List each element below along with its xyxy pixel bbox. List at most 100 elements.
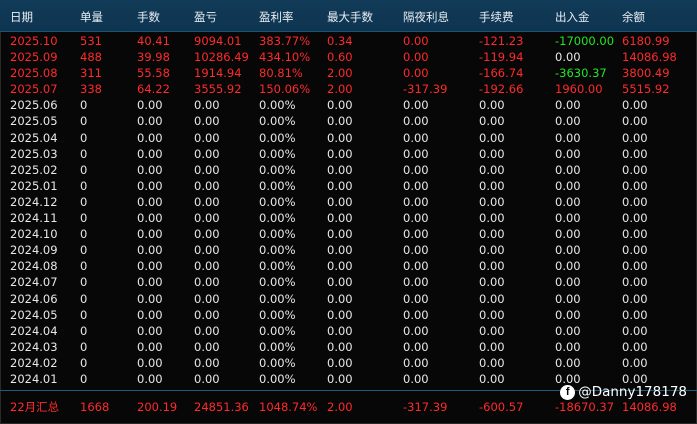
cell-profit-rate: 0.00% [259, 130, 296, 145]
cell-profit-loss: 0.00 [194, 371, 220, 386]
cell-orders: 0 [80, 323, 88, 338]
table-row[interactable]: 2025.09 488 39.98 10286.49 434.10% 0.60 0.00 -1… [0, 49, 697, 65]
cell-deposit-withdrawal: -3630.37 [555, 66, 607, 81]
cell-date: 2025.01 [10, 178, 58, 193]
cell-deposit-withdrawal: 0.00 [555, 355, 581, 370]
table-row[interactable]: 2024.02 0 0.00 0.00 0.00% 0.00 0.00 0.00 0.00 0.0… [0, 355, 697, 371]
cell-profit-rate: 0.00% [259, 371, 296, 386]
cell-max-lots: 0.00 [327, 259, 353, 274]
cell-commission: 0.00 [479, 211, 505, 226]
cell-profit-rate: 0.00% [259, 178, 296, 193]
cell-profit-loss: 9094.01 [194, 34, 242, 48]
cell-deposit-withdrawal: 1960.00 [555, 82, 603, 97]
cell-orders: 0 [80, 146, 88, 161]
cell-swap: 0.00 [403, 211, 429, 226]
cell-date: 2024.03 [10, 339, 58, 354]
cell-max-lots: 0.00 [327, 162, 353, 177]
table-row[interactable]: 2024.11 0 0.00 0.00 0.00% 0.00 0.00 0.00 0.00 0.0… [0, 210, 697, 226]
table-row[interactable]: 2025.10 531 40.41 9094.01 383.77% 0.34 0.00 -12… [0, 33, 697, 49]
cell-lots: 0.00 [137, 162, 163, 177]
cell-max-lots: 0.00 [327, 227, 353, 242]
cell-balance: 0.00 [622, 162, 648, 177]
summary-profit-loss: 24851.36 [194, 400, 249, 414]
cell-commission: 0.00 [479, 130, 505, 145]
table-row[interactable]: 2024.06 0 0.00 0.00 0.00% 0.00 0.00 0.00 0.00 0.0… [0, 291, 697, 307]
table-row[interactable]: 2024.03 0 0.00 0.00 0.00% 0.00 0.00 0.00 0.00 0.0… [0, 339, 697, 355]
cell-date: 2025.04 [10, 130, 58, 145]
cell-date: 2024.05 [10, 307, 58, 322]
table-row[interactable]: 2024.12 0 0.00 0.00 0.00% 0.00 0.00 0.00 0.00 0.0… [0, 194, 697, 210]
table-row[interactable]: 2024.10 0 0.00 0.00 0.00% 0.00 0.00 0.00 0.00 0.0… [0, 226, 697, 242]
cell-orders: 311 [80, 66, 102, 81]
summary-balance: 14086.98 [622, 400, 677, 414]
cell-max-lots: 2.00 [327, 82, 353, 97]
table-row[interactable]: 2024.04 0 0.00 0.00 0.00% 0.00 0.00 0.00 0.00 0.0… [0, 323, 697, 339]
cell-profit-rate: 0.00% [259, 259, 296, 274]
cell-balance: 0.00 [622, 291, 648, 306]
table-row[interactable]: 2025.02 0 0.00 0.00 0.00% 0.00 0.00 0.00 0.00 0.0… [0, 162, 697, 178]
cell-deposit-withdrawal: 0.00 [555, 98, 581, 113]
cell-commission: 0.00 [479, 323, 505, 338]
cell-orders: 0 [80, 194, 88, 209]
table-row[interactable]: 2025.07 338 64.22 3555.92 150.06% 2.00 -317.39… [0, 81, 697, 97]
header-balance[interactable]: 余额 [622, 9, 645, 25]
cell-lots: 55.58 [137, 66, 170, 81]
header-commission[interactable]: 手续费 [479, 9, 514, 25]
cell-profit-rate: 0.00% [259, 114, 296, 129]
summary-swap: -317.39 [403, 400, 448, 414]
header-lots[interactable]: 手数 [137, 9, 160, 25]
cell-swap: 0.00 [403, 323, 429, 338]
cell-swap: 0.00 [403, 162, 429, 177]
table-row[interactable]: 2024.05 0 0.00 0.00 0.00% 0.00 0.00 0.00 0.00 0.0… [0, 307, 697, 323]
cell-balance: 0.00 [622, 178, 648, 193]
cell-profit-loss: 0.00 [194, 98, 220, 113]
header-swap[interactable]: 隔夜利息 [403, 9, 449, 25]
cell-max-lots: 0.00 [327, 194, 353, 209]
cell-profit-loss: 0.00 [194, 130, 220, 145]
cell-commission: 0.00 [479, 178, 505, 193]
cell-commission: 0.00 [479, 227, 505, 242]
table-row[interactable]: 2025.05 0 0.00 0.00 0.00% 0.00 0.00 0.00 0.00 0.0… [0, 113, 697, 129]
cell-profit-loss: 1914.94 [194, 66, 242, 81]
cell-lots: 0.00 [137, 323, 163, 338]
header-deposit-withdrawal[interactable]: 出入金 [555, 9, 590, 25]
cell-profit-rate: 0.00% [259, 98, 296, 113]
header-max-lots[interactable]: 最大手数 [327, 9, 373, 25]
table-row[interactable]: 2025.03 0 0.00 0.00 0.00% 0.00 0.00 0.00 0.00 0.0… [0, 146, 697, 162]
table-row[interactable]: 2024.09 0 0.00 0.00 0.00% 0.00 0.00 0.00 0.00 0.0… [0, 242, 697, 258]
header-date[interactable]: 日期 [10, 9, 33, 25]
cell-profit-rate: 0.00% [259, 211, 296, 226]
cell-date: 2024.08 [10, 259, 58, 274]
cell-swap: 0.00 [403, 50, 429, 65]
cell-profit-rate: 150.06% [259, 82, 311, 97]
cell-max-lots: 0.00 [327, 178, 353, 193]
table-row[interactable]: 2024.08 0 0.00 0.00 0.00% 0.00 0.00 0.00 0.00 0.0… [0, 258, 697, 274]
table-row[interactable]: 2025.08 311 55.58 1914.94 80.81% 2.00 0.00 -166… [0, 65, 697, 81]
table-row[interactable]: 2025.01 0 0.00 0.00 0.00% 0.00 0.00 0.00 0.00 0.0… [0, 178, 697, 194]
cell-commission: -166.74 [479, 66, 524, 81]
cell-deposit-withdrawal: 0.00 [555, 130, 581, 145]
table-row[interactable]: 2024.07 0 0.00 0.00 0.00% 0.00 0.00 0.00 0.00 0.0… [0, 274, 697, 290]
cell-balance: 14086.98 [622, 50, 677, 65]
cell-lots: 0.00 [137, 371, 163, 386]
cell-lots: 0.00 [137, 98, 163, 113]
header-orders[interactable]: 单量 [80, 9, 103, 25]
cell-swap: 0.00 [403, 98, 429, 113]
cell-balance: 0.00 [622, 146, 648, 161]
cell-deposit-withdrawal: 0.00 [555, 162, 581, 177]
cell-date: 2024.07 [10, 275, 58, 290]
cell-profit-loss: 0.00 [194, 307, 220, 322]
cell-max-lots: 0.00 [327, 146, 353, 161]
table-row[interactable]: 2025.06 0 0.00 0.00 0.00% 0.00 0.00 0.00 0.00 0.0… [0, 97, 697, 113]
cell-deposit-withdrawal: -17000.00 [555, 34, 615, 48]
table-row[interactable]: 2025.04 0 0.00 0.00 0.00% 0.00 0.00 0.00 0.00 0.0… [0, 130, 697, 146]
cell-profit-loss: 10286.49 [194, 50, 249, 65]
header-profit-loss[interactable]: 盈亏 [194, 9, 217, 25]
cell-orders: 0 [80, 243, 88, 258]
cell-max-lots: 0.00 [327, 371, 353, 386]
cell-orders: 0 [80, 291, 88, 306]
cell-swap: 0.00 [403, 194, 429, 209]
cell-lots: 0.00 [137, 211, 163, 226]
header-profit-rate[interactable]: 盈利率 [259, 9, 294, 25]
cell-lots: 0.00 [137, 114, 163, 129]
